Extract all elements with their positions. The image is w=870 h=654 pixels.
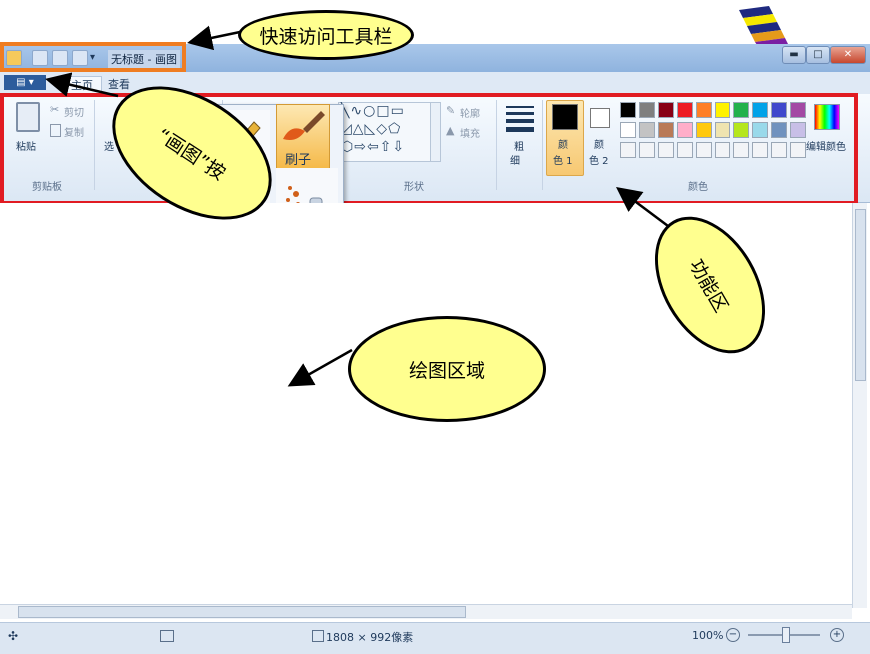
- drawing-area-arrow: [287, 348, 353, 387]
- callout-quick-access: 快速访问工具栏: [238, 10, 414, 60]
- paint-button-arrow: [45, 72, 119, 98]
- callout-drawing-area: 绘图区域: [348, 316, 546, 422]
- quick-access-arrow: [187, 25, 241, 51]
- function-area-arrow: [616, 187, 669, 227]
